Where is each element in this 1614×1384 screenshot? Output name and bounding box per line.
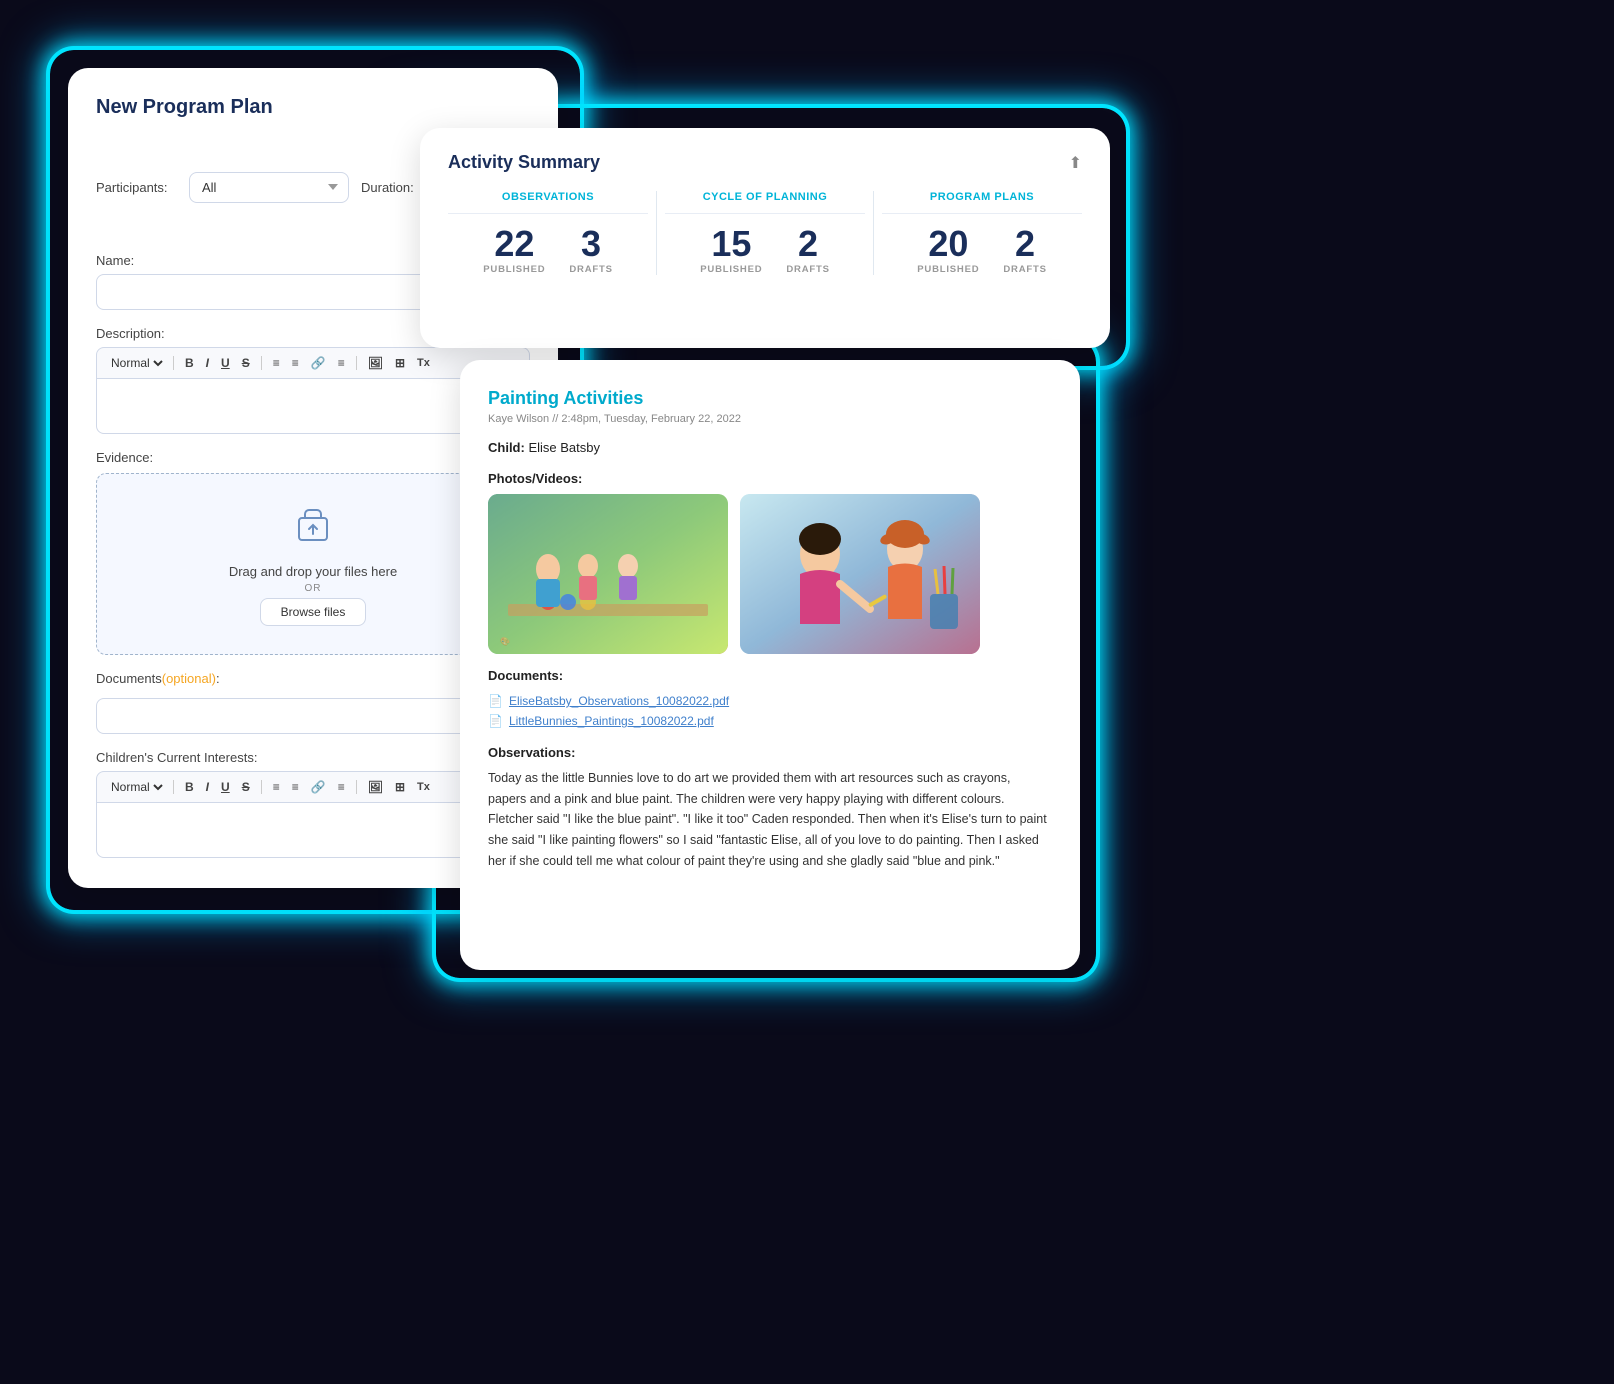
child-value: Elise Batsby xyxy=(528,440,600,455)
drop-or: or xyxy=(117,583,509,594)
stats-container: OBSERVATIONS 22 PUBLISHED 3 DRAFTS CYCLE… xyxy=(448,191,1082,275)
bold-button[interactable]: B xyxy=(181,354,198,372)
doc-item-1: 📄 EliseBatsby_Observations_10082022.pdf xyxy=(488,691,1052,711)
prog-published-col: 20 PUBLISHED xyxy=(917,224,979,275)
observations-text: Today as the little Bunnies love to do a… xyxy=(488,768,1052,871)
clear-format-button[interactable]: Tx xyxy=(413,355,434,371)
child-field: Child: Elise Batsby xyxy=(488,439,1052,457)
ol-button[interactable]: ≡ xyxy=(269,354,284,372)
interests-underline[interactable]: U xyxy=(217,778,234,796)
doc-item-2: 📄 LittleBunnies_Paintings_10082022.pdf xyxy=(488,711,1052,731)
observations-header: OBSERVATIONS xyxy=(448,191,648,214)
prog-drafts-label: DRAFTS xyxy=(1003,264,1046,275)
image-button[interactable]: 🖼 xyxy=(364,354,387,372)
interests-align[interactable]: ≡ xyxy=(334,778,349,796)
activity-header: Activity Summary ⬆ xyxy=(448,152,1082,173)
divider-2 xyxy=(873,191,874,275)
observations-section: OBSERVATIONS 22 PUBLISHED 3 DRAFTS xyxy=(448,191,648,275)
plan-published-value: 15 xyxy=(700,224,762,264)
activity-summary-card: Activity Summary ⬆ OBSERVATIONS 22 PUBLI… xyxy=(420,128,1110,348)
interests-clear[interactable]: Tx xyxy=(413,779,434,795)
plan-drafts-col: 2 DRAFTS xyxy=(786,224,829,275)
documents-section-label: Documents: xyxy=(488,668,1052,683)
interests-table[interactable]: ⊞ xyxy=(391,778,409,796)
prog-drafts-col: 2 DRAFTS xyxy=(1003,224,1046,275)
prog-published-label: PUBLISHED xyxy=(917,264,979,275)
optional-text: (optional) xyxy=(162,671,216,686)
programs-header: PROGRAM PLANS xyxy=(882,191,1082,214)
programs-section: PROGRAM PLANS 20 PUBLISHED 2 DRAFTS xyxy=(882,191,1082,275)
observations-field: Observations: Today as the little Bunnie… xyxy=(488,745,1052,871)
obs-drafts-col: 3 DRAFTS xyxy=(569,224,612,275)
doc-name-1[interactable]: EliseBatsby_Observations_10082022.pdf xyxy=(509,694,729,708)
interests-image[interactable]: 🖼 xyxy=(364,778,387,796)
upload-button[interactable]: ⬆ xyxy=(1069,153,1082,173)
painting-activities-card: Painting Activities Kaye Wilson // 2:48p… xyxy=(460,360,1080,970)
interests-strike[interactable]: S xyxy=(238,778,254,796)
browse-files-button[interactable]: Browse files xyxy=(260,598,367,626)
plan-published-col: 15 PUBLISHED xyxy=(700,224,762,275)
child-label: Child: Elise Batsby xyxy=(488,440,600,455)
toolbar-sep-1 xyxy=(173,356,174,370)
strikethrough-button[interactable]: S xyxy=(238,354,254,372)
doc-icon-1: 📄 xyxy=(488,694,503,708)
interests-link[interactable]: 🔗 xyxy=(307,778,330,796)
svg-text:🎨: 🎨 xyxy=(500,636,510,646)
obs-drafts-value: 3 xyxy=(569,224,612,264)
participants-label: Participants: xyxy=(96,180,181,195)
link-button[interactable]: 🔗 xyxy=(307,354,330,372)
documents-field: Documents: 📄 EliseBatsby_Observations_10… xyxy=(488,668,1052,731)
participants-select[interactable]: All xyxy=(189,172,349,203)
painting-meta: Kaye Wilson // 2:48pm, Tuesday, February… xyxy=(488,413,1052,425)
obs-published-col: 22 PUBLISHED xyxy=(483,224,545,275)
plan-drafts-label: DRAFTS xyxy=(786,264,829,275)
photo-1: 🎨 xyxy=(488,494,728,654)
interests-ol[interactable]: ≡ xyxy=(269,778,284,796)
obs-published-value: 22 xyxy=(483,224,545,264)
painting-title: Painting Activities xyxy=(488,388,1052,409)
plan-published-label: PUBLISHED xyxy=(700,264,762,275)
ul-button[interactable]: ≡ xyxy=(288,354,303,372)
toolbar-sep-2 xyxy=(261,356,262,370)
activity-title: Activity Summary xyxy=(448,152,600,173)
italic-button[interactable]: I xyxy=(202,354,213,372)
toolbar-normal-select[interactable]: Normal xyxy=(107,355,166,371)
doc-name-2[interactable]: LittleBunnies_Paintings_10082022.pdf xyxy=(509,714,714,728)
observations-section-label: Observations: xyxy=(488,745,1052,760)
planning-section: CYCLE OF PLANNING 15 PUBLISHED 2 DRAFTS xyxy=(665,191,865,275)
program-title: New Program Plan xyxy=(96,96,530,119)
planning-header: CYCLE OF PLANNING xyxy=(665,191,865,214)
interests-ul[interactable]: ≡ xyxy=(288,778,303,796)
drop-text: Drag and drop your files here xyxy=(117,564,509,579)
obs-drafts-label: DRAFTS xyxy=(569,264,612,275)
interests-bold[interactable]: B xyxy=(181,778,198,796)
interests-italic[interactable]: I xyxy=(202,778,213,796)
photos-grid: 🎨 xyxy=(488,494,1052,654)
photo-2 xyxy=(740,494,980,654)
interests-sep-3 xyxy=(356,780,357,794)
prog-published-value: 20 xyxy=(917,224,979,264)
interests-sep-1 xyxy=(173,780,174,794)
interests-toolbar-normal[interactable]: Normal xyxy=(107,779,166,795)
drop-box-icon xyxy=(117,502,509,554)
obs-published-label: PUBLISHED xyxy=(483,264,545,275)
align-button[interactable]: ≡ xyxy=(334,354,349,372)
photos-label: Photos/Videos: xyxy=(488,471,1052,486)
interests-sep-2 xyxy=(261,780,262,794)
underline-button[interactable]: U xyxy=(217,354,234,372)
photos-field: Photos/Videos: xyxy=(488,471,1052,654)
toolbar-sep-3 xyxy=(356,356,357,370)
doc-icon-2: 📄 xyxy=(488,714,503,728)
prog-drafts-value: 2 xyxy=(1003,224,1046,264)
divider-1 xyxy=(656,191,657,275)
documents-list: 📄 EliseBatsby_Observations_10082022.pdf … xyxy=(488,691,1052,731)
table-button[interactable]: ⊞ xyxy=(391,354,409,372)
plan-drafts-value: 2 xyxy=(786,224,829,264)
